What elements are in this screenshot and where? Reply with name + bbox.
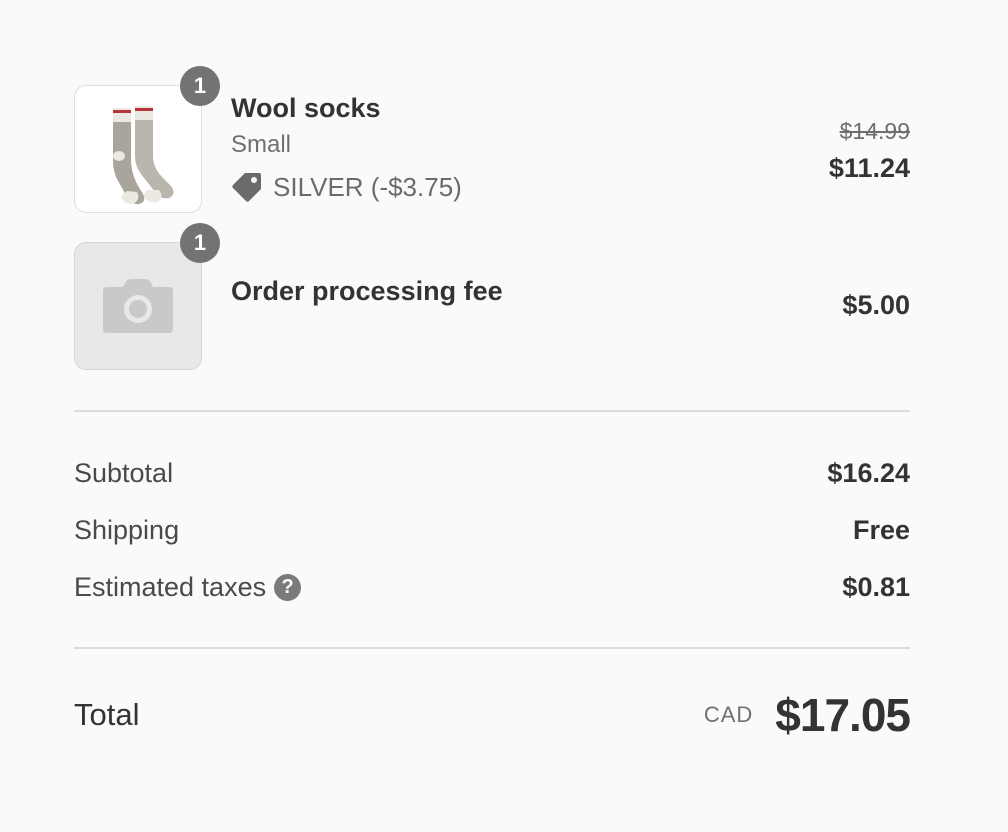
help-icon[interactable]: ? (274, 573, 302, 601)
tag-icon (232, 173, 261, 202)
discount-tag: SILVER (-$3.75) (231, 171, 462, 203)
shipping-label: Shipping (74, 514, 180, 545)
taxes-label: Estimated taxes (74, 571, 267, 602)
shipping-value: Free (852, 514, 910, 545)
divider (74, 410, 910, 412)
taxes-row: Estimated taxes ? $0.81 (74, 567, 910, 607)
quantity-badge: 1 (180, 66, 220, 106)
item-variant: Small (231, 131, 292, 158)
total-value: $17.05 (775, 689, 911, 741)
item-price: $11.24 (828, 153, 910, 183)
product-thumbnail (74, 242, 202, 370)
taxes-label-group: Estimated taxes ? (74, 571, 302, 603)
item-name: Wool socks (231, 93, 381, 123)
item-price: $5.00 (842, 290, 910, 320)
quantity-badge: 1 (180, 223, 220, 263)
camera-icon (103, 279, 173, 333)
item-name: Order processing fee (231, 276, 503, 306)
currency-code: CAD (703, 702, 754, 727)
total-amount-group: CAD $17.05 (703, 688, 911, 742)
discount-label: SILVER (-$3.75) (273, 171, 462, 202)
original-price: $14.99 (839, 118, 910, 144)
taxes-value: $0.81 (842, 571, 910, 602)
divider (74, 647, 910, 649)
wool-socks-image (113, 106, 174, 205)
total-row: Total CAD $17.05 (74, 685, 911, 745)
shipping-row: Shipping Free (74, 510, 910, 550)
line-item: 1 Order processing fee $5.00 (74, 223, 910, 372)
order-summary: 1 Wool socks Small SILVER (-$3.75) $14.9… (74, 0, 911, 832)
total-label: Total (74, 697, 140, 732)
subtotal-row: Subtotal $16.24 (74, 453, 910, 493)
product-thumbnail (74, 85, 202, 213)
subtotal-label: Subtotal (74, 457, 174, 488)
subtotal-value: $16.24 (827, 457, 910, 488)
line-item: 1 Wool socks Small SILVER (-$3.75) $14.9… (74, 66, 910, 215)
